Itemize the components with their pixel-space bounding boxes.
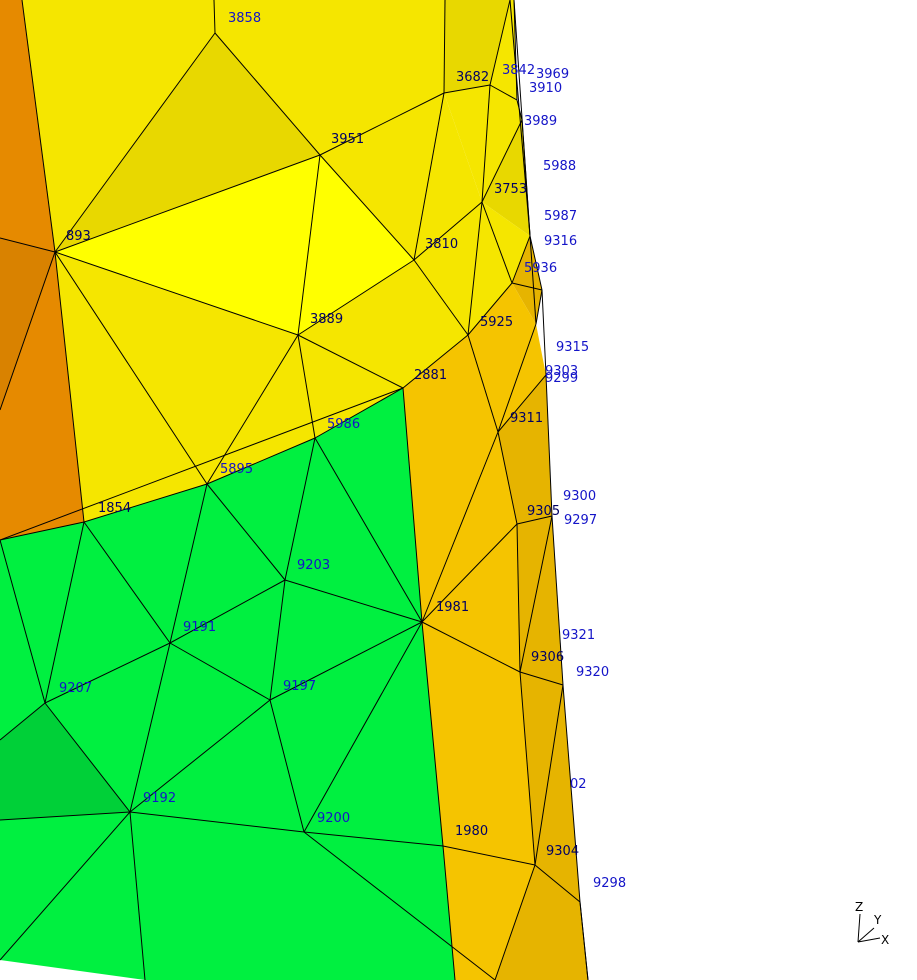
node-label: 9321 bbox=[562, 628, 595, 643]
node-label: 3753 bbox=[494, 182, 527, 197]
node-label: 1981 bbox=[436, 600, 469, 615]
node-label: 3989 bbox=[524, 114, 557, 129]
node-label: 5987 bbox=[544, 209, 577, 224]
node-label: 5986 bbox=[327, 417, 360, 432]
mesh-faces bbox=[0, 0, 588, 980]
node-label: 5925 bbox=[480, 315, 513, 330]
node-label: 9192 bbox=[143, 791, 176, 806]
node-label: 3682 bbox=[456, 70, 489, 85]
node-label: 9315 bbox=[556, 340, 589, 355]
node-label: 9300 bbox=[563, 489, 596, 504]
node-label: 3858 bbox=[228, 11, 261, 26]
node-label: 9207 bbox=[59, 681, 92, 696]
node-label: 3810 bbox=[425, 237, 458, 252]
node-label: 9191 bbox=[183, 620, 216, 635]
node-label: 5936 bbox=[524, 261, 557, 276]
mesh-viewport[interactable]: 3858 3682 3842 3969 3910 3989 3951 5988 3753 5987… bbox=[0, 0, 917, 980]
node-label: 5895 bbox=[220, 462, 253, 477]
node-label: 9297 bbox=[564, 513, 597, 528]
node-label: 3889 bbox=[310, 312, 343, 327]
axis-z-line bbox=[857, 913, 861, 943]
mesh-face bbox=[0, 812, 145, 980]
node-label: 893 bbox=[66, 229, 91, 244]
node-label: 3951 bbox=[331, 132, 364, 147]
node-label: 9306 bbox=[531, 650, 564, 665]
node-label: 9304 bbox=[546, 844, 579, 859]
node-label: 1854 bbox=[98, 501, 131, 516]
node-label: 3969 bbox=[536, 67, 569, 82]
node-label: 9197 bbox=[283, 679, 316, 694]
node-label: 9320 bbox=[576, 665, 609, 680]
node-label: 02 bbox=[570, 777, 587, 792]
axis-z-label: Z bbox=[855, 900, 863, 914]
finite-element-mesh: 3858 3682 3842 39693910 3989 3951 5988 3753 5987… bbox=[0, 0, 889, 980]
axis-y-label: Y bbox=[873, 913, 882, 927]
node-label: 3842 bbox=[502, 63, 535, 78]
node-label: 3910 bbox=[529, 81, 562, 96]
axis-triad: Z Y X bbox=[855, 900, 889, 947]
node-label: 1980 bbox=[455, 824, 488, 839]
node-label: 9203 bbox=[297, 558, 330, 573]
node-label: 9299 bbox=[545, 371, 578, 386]
node-label: 5988 bbox=[543, 159, 576, 174]
node-label: 9305 bbox=[527, 504, 560, 519]
node-label: 9200 bbox=[317, 811, 350, 826]
node-label: 2881 bbox=[414, 368, 447, 383]
node-label: 9311 bbox=[510, 411, 543, 426]
node-label: 9316 bbox=[544, 234, 577, 249]
node-label: 9298 bbox=[593, 876, 626, 891]
axis-x-label: X bbox=[881, 933, 889, 947]
